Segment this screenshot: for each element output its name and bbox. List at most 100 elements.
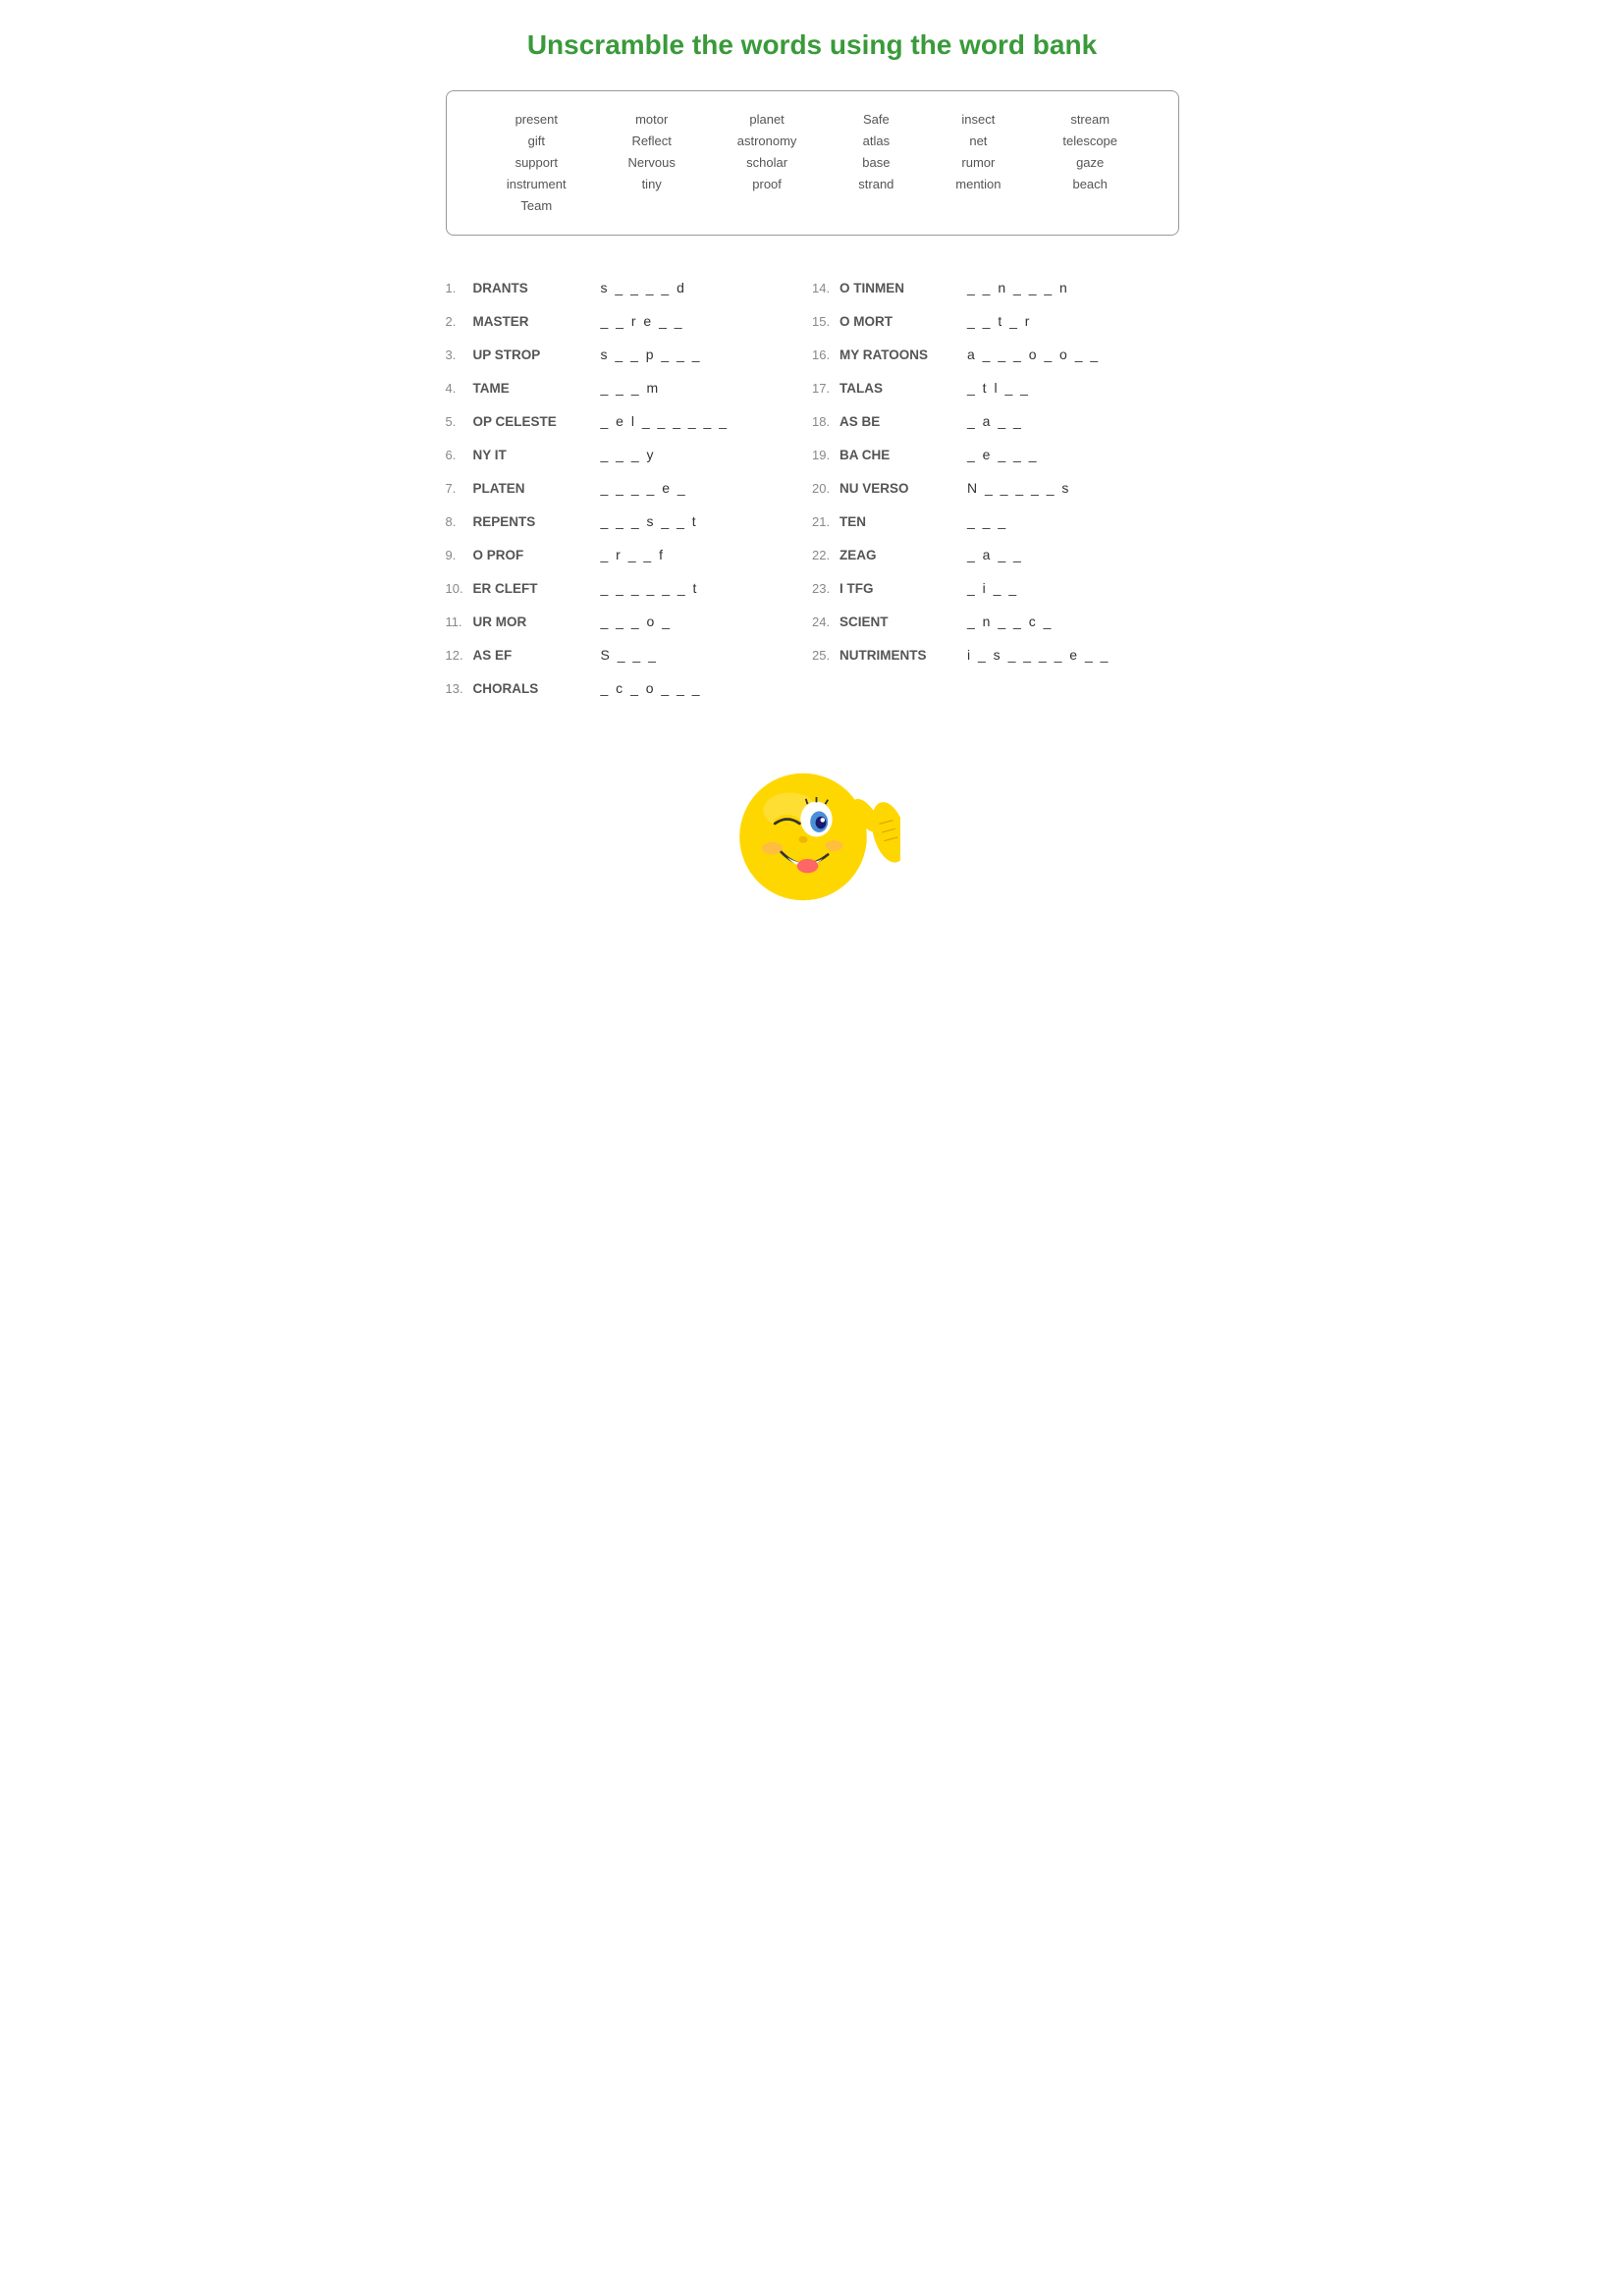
puzzle-scrambled: NU VERSO — [839, 481, 967, 496]
puzzle-answer: _ n _ _ c _ — [967, 614, 1053, 629]
puzzle-number: 22. — [812, 548, 839, 562]
puzzle-number: 8. — [446, 514, 473, 529]
puzzle-scrambled: PLATEN — [473, 481, 601, 496]
word-bank-word: base — [862, 152, 890, 174]
word-bank-word: Safe — [863, 109, 890, 131]
puzzle-item: 3. UP STROP s _ _ p _ _ _ — [446, 338, 813, 371]
puzzle-number: 3. — [446, 347, 473, 362]
puzzle-scrambled: TEN — [839, 514, 967, 529]
puzzle-answer: _ t l _ _ — [967, 380, 1030, 396]
puzzle-item: 14. O TINMEN _ _ n _ _ _ n — [812, 271, 1179, 304]
puzzle-answer: _ _ n _ _ _ n — [967, 280, 1069, 295]
puzzle-scrambled: MASTER — [473, 314, 601, 329]
puzzle-answer: _ c _ o _ _ _ — [601, 680, 702, 696]
word-bank-word: instrument — [507, 174, 567, 195]
puzzle-item: 2. MASTER _ _ r e _ _ — [446, 304, 813, 338]
puzzle-number: 18. — [812, 414, 839, 429]
puzzle-number: 2. — [446, 314, 473, 329]
puzzle-item: 7. PLATEN _ _ _ _ e _ — [446, 471, 813, 505]
puzzle-item: 25. NUTRIMENTS i _ s _ _ _ _ e _ _ — [812, 638, 1179, 671]
word-bank-word: scholar — [746, 152, 787, 174]
puzzle-scrambled: REPENTS — [473, 514, 601, 529]
puzzle-scrambled: UP STROP — [473, 347, 601, 362]
emoji-icon — [724, 744, 900, 921]
word-bank-word: gift — [528, 131, 545, 152]
puzzle-item: 18. AS BE _ a _ _ — [812, 404, 1179, 438]
word-bank-word: present — [515, 109, 558, 131]
puzzle-answer: _ _ _ o _ — [601, 614, 673, 629]
puzzle-scrambled: ER CLEFT — [473, 581, 601, 596]
puzzle-scrambled: TALAS — [839, 381, 967, 396]
word-bank-word: tiny — [642, 174, 662, 195]
word-bank-col-6: streamtelescopegazebeach — [1062, 109, 1117, 217]
word-bank-word: beach — [1072, 174, 1107, 195]
puzzle-scrambled: UR MOR — [473, 614, 601, 629]
puzzle-number: 21. — [812, 514, 839, 529]
puzzle-answer: N _ _ _ _ _ s — [967, 480, 1070, 496]
puzzle-scrambled: NY IT — [473, 448, 601, 462]
puzzle-item: 24. SCIENT _ n _ _ c _ — [812, 605, 1179, 638]
puzzle-number: 12. — [446, 648, 473, 663]
puzzle-number: 19. — [812, 448, 839, 462]
puzzle-answer: s _ _ _ _ d — [601, 280, 686, 295]
emoji-section — [446, 744, 1179, 921]
word-bank-word: Team — [520, 195, 552, 217]
puzzle-item: 8. REPENTS _ _ _ s _ _ t — [446, 505, 813, 538]
word-bank-col-4: Safeatlasbasestrand — [858, 109, 893, 217]
puzzle-item: 4. TAME _ _ _ m — [446, 371, 813, 404]
puzzle-answer: s _ _ p _ _ _ — [601, 347, 702, 362]
puzzle-item: 22. ZEAG _ a _ _ — [812, 538, 1179, 571]
puzzle-scrambled: BA CHE — [839, 448, 967, 462]
word-bank: presentgiftsupportinstrumentTeam motorRe… — [446, 90, 1179, 236]
puzzle-number: 10. — [446, 581, 473, 596]
puzzle-answer: _ e _ _ _ — [967, 447, 1039, 462]
puzzles-grid: 1. DRANTS s _ _ _ _ d 14. O TINMEN _ _ n… — [446, 271, 1179, 705]
puzzle-scrambled: NUTRIMENTS — [839, 648, 967, 663]
word-bank-word: mention — [955, 174, 1001, 195]
puzzle-number: 6. — [446, 448, 473, 462]
word-bank-word: atlas — [863, 131, 890, 152]
puzzle-item: 5. OP CELESTE _ e l _ _ _ _ _ _ — [446, 404, 813, 438]
word-bank-word: insect — [961, 109, 995, 131]
puzzle-item: 10. ER CLEFT _ _ _ _ _ _ t — [446, 571, 813, 605]
puzzle-item: 20. NU VERSO N _ _ _ _ _ s — [812, 471, 1179, 505]
puzzle-answer: _ a _ _ — [967, 413, 1023, 429]
puzzle-answer: _ _ _ _ e _ — [601, 480, 687, 496]
word-bank-word: astronomy — [737, 131, 797, 152]
puzzle-scrambled: MY RATOONS — [839, 347, 967, 362]
puzzle-item: 6. NY IT _ _ _ y — [446, 438, 813, 471]
word-bank-word: rumor — [961, 152, 995, 174]
page-title: Unscramble the words using the word bank — [446, 29, 1179, 61]
puzzle-answer: a _ _ _ o _ o _ _ — [967, 347, 1100, 362]
puzzle-scrambled: ZEAG — [839, 548, 967, 562]
puzzle-scrambled: O MORT — [839, 314, 967, 329]
puzzle-number: 14. — [812, 281, 839, 295]
puzzle-answer: _ _ _ _ _ _ t — [601, 580, 699, 596]
puzzle-number: 11. — [446, 614, 473, 629]
puzzle-scrambled: TAME — [473, 381, 601, 396]
puzzle-answer: i _ s _ _ _ _ e _ _ — [967, 647, 1110, 663]
puzzle-scrambled: SCIENT — [839, 614, 967, 629]
word-bank-col-2: motorReflectNervoustiny — [627, 109, 675, 217]
puzzle-item: 1. DRANTS s _ _ _ _ d — [446, 271, 813, 304]
puzzle-number: 1. — [446, 281, 473, 295]
puzzle-item: 11. UR MOR _ _ _ o _ — [446, 605, 813, 638]
puzzle-answer: _ _ t _ r — [967, 313, 1031, 329]
puzzle-answer: _ r _ _ f — [601, 547, 665, 562]
puzzle-scrambled: AS EF — [473, 648, 601, 663]
puzzle-item: 19. BA CHE _ e _ _ _ — [812, 438, 1179, 471]
word-bank-word: Nervous — [627, 152, 675, 174]
puzzle-answer: _ _ r e _ _ — [601, 313, 684, 329]
puzzle-number: 23. — [812, 581, 839, 596]
word-bank-word: stream — [1070, 109, 1110, 131]
puzzle-item: 9. O PROF _ r _ _ f — [446, 538, 813, 571]
puzzle-item: 13. CHORALS _ c _ o _ _ _ — [446, 671, 813, 705]
puzzle-number: 16. — [812, 347, 839, 362]
word-bank-col-1: presentgiftsupportinstrumentTeam — [507, 109, 567, 217]
puzzle-item: 12. AS EF S _ _ _ — [446, 638, 813, 671]
puzzle-answer: _ a _ _ — [967, 547, 1023, 562]
puzzle-number: 17. — [812, 381, 839, 396]
puzzle-item: 16. MY RATOONS a _ _ _ o _ o _ _ — [812, 338, 1179, 371]
puzzle-answer: _ _ _ — [967, 513, 1007, 529]
puzzle-item: 21. TEN _ _ _ — [812, 505, 1179, 538]
